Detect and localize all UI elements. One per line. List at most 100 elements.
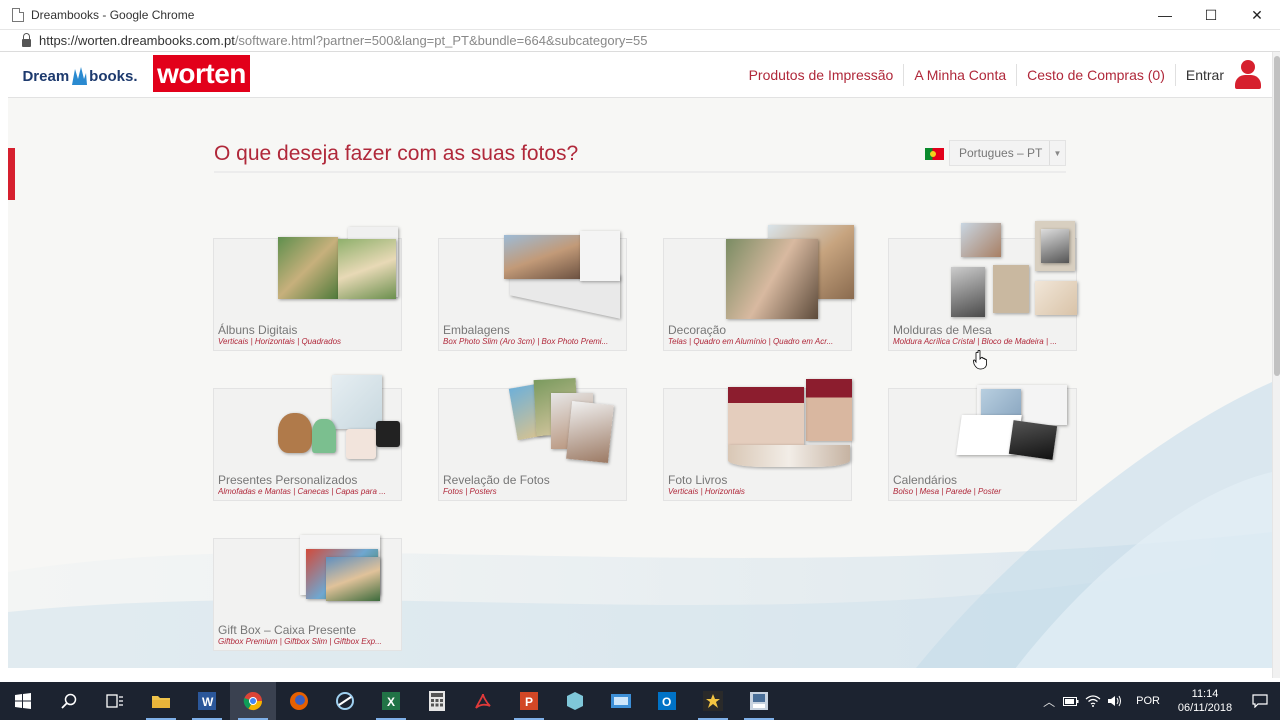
system-tray: ︿ POR 11:14 06/11/2018 bbox=[1038, 682, 1280, 720]
excel-icon[interactable]: X bbox=[368, 682, 414, 720]
app-icon-3[interactable] bbox=[598, 682, 644, 720]
volume-icon[interactable] bbox=[1104, 682, 1126, 720]
album-thumbnail bbox=[276, 227, 402, 311]
nav-print-products[interactable]: Produtos de Impressão bbox=[739, 64, 905, 86]
svg-text:O: O bbox=[662, 695, 671, 709]
notification-icon[interactable] bbox=[1240, 682, 1280, 720]
product-subtitle[interactable]: Verticais | Horizontais bbox=[668, 487, 848, 496]
close-button[interactable]: ✕ bbox=[1234, 0, 1280, 30]
vertical-scrollbar[interactable] bbox=[1272, 52, 1280, 678]
site-header: Dream books. worten Produtos de Impressã… bbox=[8, 52, 1272, 98]
logo-text-dream: Dream bbox=[22, 67, 70, 85]
url-path: /software.html?partner=500&lang=pt_PT&bu… bbox=[234, 33, 648, 48]
product-subtitle[interactable]: Fotos | Posters bbox=[443, 487, 623, 496]
photobook-thumbnail bbox=[726, 379, 856, 471]
product-subtitle[interactable]: Almofadas e Mantas | Canecas | Capas par… bbox=[218, 487, 398, 496]
clock-time: 11:14 bbox=[1191, 688, 1219, 700]
product-title: Revelação de Fotos bbox=[443, 473, 550, 487]
browser-titlebar: Dreambooks - Google Chrome — ☐ ✕ bbox=[0, 0, 1280, 30]
product-title: Decoração bbox=[668, 323, 727, 337]
powerpoint-icon[interactable]: P bbox=[506, 682, 552, 720]
search-icon[interactable] bbox=[46, 682, 92, 720]
hand-cursor-icon bbox=[973, 350, 987, 370]
minimize-button[interactable]: — bbox=[1142, 0, 1188, 30]
address-bar[interactable]: https://worten.dreambooks.com.pt/softwar… bbox=[0, 30, 1280, 52]
product-title: Molduras de Mesa bbox=[893, 323, 992, 337]
product-title: Presentes Personalizados bbox=[218, 473, 358, 487]
window-controls: — ☐ ✕ bbox=[1142, 0, 1280, 30]
clock[interactable]: 11:14 06/11/2018 bbox=[1170, 687, 1240, 715]
prints-thumbnail bbox=[508, 377, 621, 471]
page-icon bbox=[12, 7, 24, 22]
outlook-icon[interactable]: O bbox=[644, 682, 690, 720]
product-title: Álbuns Digitais bbox=[218, 323, 298, 337]
product-subtitle[interactable]: Telas | Quadro em Alumínio | Quadro em A… bbox=[668, 337, 848, 346]
lock-icon[interactable] bbox=[22, 32, 31, 47]
product-subtitle[interactable]: Moldura Acrílica Cristal | Bloco de Made… bbox=[893, 337, 1073, 346]
dreambooks-logo[interactable]: Dream books. bbox=[18, 58, 142, 94]
calculator-icon[interactable] bbox=[414, 682, 460, 720]
product-tile-foto-livros[interactable]: Foto Livros Verticais | Horizontais bbox=[663, 379, 852, 501]
svg-text:X: X bbox=[387, 695, 395, 709]
url-host: https://worten.dreambooks.com.pt bbox=[39, 33, 235, 48]
svg-text:W: W bbox=[202, 695, 214, 709]
product-title: Calendários bbox=[893, 473, 958, 487]
product-tile-embalagens[interactable]: Embalagens Box Photo Slim (Aro 3cm) | Bo… bbox=[438, 231, 627, 351]
app-icon-4[interactable] bbox=[736, 682, 782, 720]
logo-text-books: books. bbox=[89, 67, 138, 85]
product-tile-albuns[interactable]: Álbuns Digitais Verticais | Horizontais … bbox=[213, 227, 402, 351]
input-language[interactable]: POR bbox=[1126, 695, 1170, 707]
product-subtitle[interactable]: Giftbox Premium | Giftbox Slim | Giftbox… bbox=[218, 637, 398, 646]
pdf-icon[interactable] bbox=[460, 682, 506, 720]
nav-cart[interactable]: Cesto de Compras (0) bbox=[1017, 64, 1176, 86]
task-view-icon[interactable] bbox=[92, 682, 138, 720]
svg-text:P: P bbox=[525, 695, 533, 709]
background-swoosh bbox=[8, 382, 1272, 678]
calendar-thumbnail bbox=[956, 385, 1069, 461]
product-tile-calendarios[interactable]: Calendários Bolso | Mesa | Parede | Post… bbox=[888, 385, 1077, 501]
chevron-up-icon[interactable]: ︿ bbox=[1038, 682, 1060, 720]
footer-strip bbox=[8, 668, 1272, 678]
giftbox-thumbnail bbox=[296, 535, 388, 609]
language-select[interactable]: Portugues – PT ▼ bbox=[949, 140, 1066, 166]
media-icon[interactable] bbox=[690, 682, 736, 720]
title-divider bbox=[214, 171, 1066, 173]
login-link[interactable]: Entrar bbox=[1176, 67, 1234, 83]
nav-my-account[interactable]: A Minha Conta bbox=[904, 64, 1018, 86]
firefox-icon[interactable] bbox=[276, 682, 322, 720]
file-explorer-icon[interactable] bbox=[138, 682, 184, 720]
worten-logo[interactable]: worten bbox=[153, 55, 250, 92]
windows-taskbar: W X P O ︿ POR 11:14 06/11/2018 bbox=[0, 682, 1280, 720]
logo-wave-icon bbox=[72, 67, 88, 85]
product-tile-decoracao[interactable]: Decoração Telas | Quadro em Alumínio | Q… bbox=[663, 225, 854, 351]
chevron-down-icon[interactable]: ▼ bbox=[1049, 141, 1065, 165]
product-subtitle[interactable]: Bolso | Mesa | Parede | Poster bbox=[893, 487, 1073, 496]
product-title: Foto Livros bbox=[668, 473, 728, 487]
app-icon-2[interactable] bbox=[552, 682, 598, 720]
product-tile-presentes[interactable]: Presentes Personalizados Almofadas e Man… bbox=[213, 375, 402, 501]
wifi-icon[interactable] bbox=[1082, 682, 1104, 720]
product-subtitle[interactable]: Verticais | Horizontais | Quadrados bbox=[218, 337, 398, 346]
clock-date: 06/11/2018 bbox=[1177, 702, 1233, 714]
language-select-value: Portugues – PT bbox=[959, 146, 1043, 160]
product-tile-gift-box[interactable]: Gift Box – Caixa Presente Giftbox Premiu… bbox=[213, 535, 402, 651]
chrome-icon[interactable] bbox=[230, 682, 276, 720]
start-icon[interactable] bbox=[0, 682, 46, 720]
frames-thumbnail bbox=[949, 221, 1079, 321]
left-edge-accent bbox=[8, 148, 15, 200]
product-tile-revelacao[interactable]: Revelação de Fotos Fotos | Posters bbox=[438, 377, 627, 501]
scrollbar-thumb[interactable] bbox=[1274, 56, 1280, 376]
battery-icon[interactable] bbox=[1060, 682, 1082, 720]
gifts-thumbnail bbox=[276, 375, 402, 471]
page-title: O que deseja fazer com as suas fotos? bbox=[214, 142, 579, 165]
window-title: Dreambooks - Google Chrome bbox=[31, 7, 195, 22]
product-subtitle[interactable]: Box Photo Slim (Aro 3cm) | Box Photo Pre… bbox=[443, 337, 623, 346]
product-tile-molduras[interactable]: Molduras de Mesa Moldura Acrílica Crista… bbox=[888, 221, 1077, 351]
maximize-button[interactable]: ☐ bbox=[1188, 0, 1234, 30]
product-title: Gift Box – Caixa Presente bbox=[218, 623, 357, 637]
user-icon[interactable] bbox=[1234, 60, 1262, 90]
word-icon[interactable]: W bbox=[184, 682, 230, 720]
url-text[interactable]: https://worten.dreambooks.com.pt/softwar… bbox=[39, 33, 648, 48]
decor-thumbnail bbox=[726, 225, 856, 321]
app-icon[interactable] bbox=[322, 682, 368, 720]
